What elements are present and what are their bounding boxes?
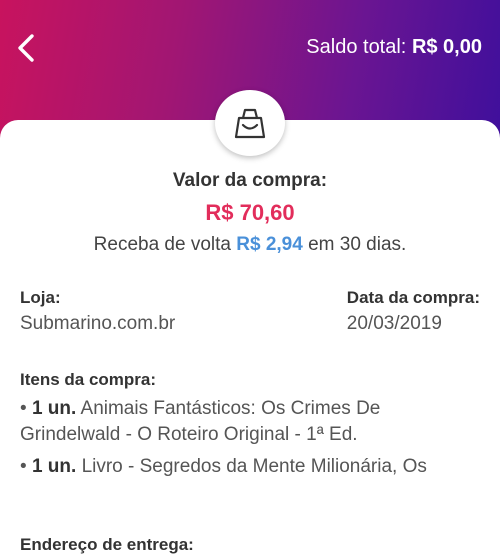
bag-badge xyxy=(215,90,285,156)
items-section: Itens da compra: • 1 un. Animais Fantást… xyxy=(20,370,480,480)
items-title: Itens da compra: xyxy=(20,370,157,389)
purchase-value-label: Valor da compra: xyxy=(172,170,328,191)
list-item: • 1 un. Livro - Segredos da Mente Milion… xyxy=(20,454,480,480)
item-quantity: 1 un. xyxy=(31,398,77,419)
store-info: Loja: Submarino.com.br xyxy=(20,288,175,335)
date-value: 20/03/2019 xyxy=(346,313,442,334)
store-date-row: Loja: Submarino.com.br Data da compra: 2… xyxy=(20,288,480,338)
shopping-bag-icon xyxy=(234,108,266,139)
list-item: • 1 un. Animais Fantásticos: Os Crimes D… xyxy=(20,396,480,448)
cashback-prefix: Receba de volta xyxy=(93,234,231,255)
back-button[interactable] xyxy=(8,28,44,68)
store-label: Loja: xyxy=(20,288,61,307)
purchase-summary: Valor da compra: R$ 70,60 Receba de volt… xyxy=(0,170,500,256)
item-quantity: 1 un. xyxy=(31,456,77,477)
address-title: Endereço de entrega: xyxy=(20,535,194,554)
date-info: Data da compra: 20/03/2019 xyxy=(347,288,480,335)
bullet: • xyxy=(20,398,27,419)
item-name: Livro - Segredos da Mente Milionária, Os xyxy=(81,456,427,477)
purchase-detail-screen: Saldo total: R$ 0,00 Valor da compra: R$… xyxy=(0,0,500,557)
balance-display: Saldo total: R$ 0,00 xyxy=(306,36,482,59)
chevron-left-icon xyxy=(18,34,34,62)
store-value: Submarino.com.br xyxy=(20,313,176,334)
purchase-total: R$ 70,60 xyxy=(205,200,295,225)
balance-label: Saldo total: xyxy=(306,36,407,58)
balance-value: R$ 0,00 xyxy=(411,36,482,58)
cashback-amount: R$ 2,94 xyxy=(236,234,303,255)
cashback-text: Receba de volta R$ 2,94 em 30 dias. xyxy=(0,234,500,256)
date-label: Data da compra: xyxy=(346,288,480,307)
cashback-suffix: em 30 dias. xyxy=(308,234,407,255)
bullet: • xyxy=(20,456,27,477)
